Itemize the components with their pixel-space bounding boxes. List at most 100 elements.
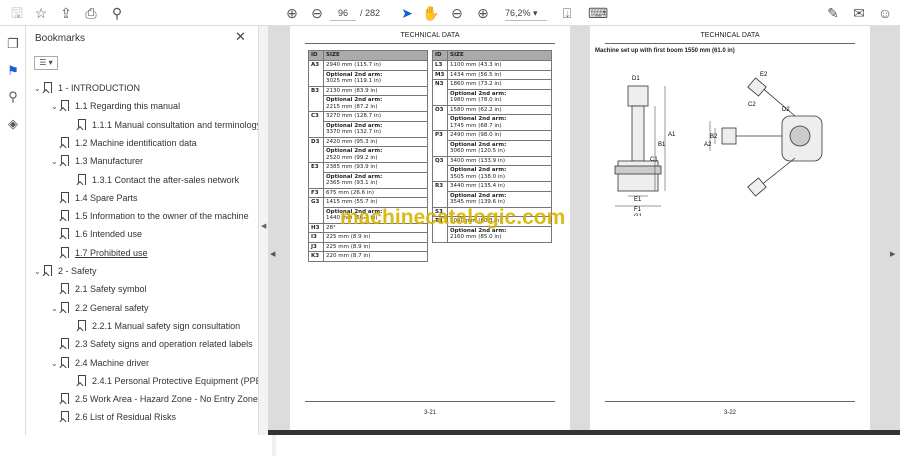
page-number: 3-21 [423,410,436,416]
bookmark-item[interactable]: 1.2 Machine identification data [51,134,197,152]
bookmark-item[interactable]: 2.5 Work Area - Hazard Zone - No Entry Z… [51,390,258,408]
close-icon[interactable]: ✕ [235,29,246,45]
bookmark-item[interactable]: ⌄ 2.4 Machine driver [51,354,149,372]
row-id: L3 [432,60,448,71]
bookmark-label: 1 - INTRODUCTION [58,83,140,93]
row-size: 2420 mm (95.3 in) [323,136,428,147]
bookmark-icon [61,136,69,148]
fit-page-icon[interactable]: ⍗ [558,4,576,22]
bookmark-item[interactable]: ⌄ 1.1 Regarding this manual [51,97,180,115]
bookmark-item[interactable]: 1.4 Spare Parts [51,189,138,207]
page-number-input[interactable]: 96 [330,5,356,21]
panel-splitter[interactable]: ◀ [258,26,268,435]
chevron-down-icon[interactable]: ⌄ [51,98,61,116]
sign-icon[interactable]: ✎ [824,4,842,22]
bookmark-item[interactable]: 2.1 Safety symbol [51,280,147,298]
star-icon[interactable]: ☆ [32,4,50,22]
mail-icon[interactable]: ✉ [850,4,868,22]
print-icon[interactable]: ⎙ [82,4,100,22]
chevron-down-icon[interactable]: ⌄ [51,300,61,318]
row-id: I3 [308,232,324,243]
search-icon[interactable]: ⚲ [108,4,126,22]
collapse-icon[interactable]: ◀ [261,222,266,230]
row-id: Q3 [432,155,448,182]
bookmark-item[interactable]: 1.3.1 Contact the after-sales network [68,171,239,189]
bookmark-item[interactable]: 2.2.1 Manual safety sign consultation [68,317,240,335]
table-row-optional: Optional 2nd arm: 3370 mm (132.7 in) [309,120,428,138]
bookmark-item[interactable]: 1.6 Intended use [51,225,142,243]
bookmark-icon [78,118,86,130]
optional-size: 2520 mm (99.2 in) [326,154,378,161]
table-row: O3 1580 mm (62.2 in) [432,104,552,131]
table-row: K3 220 mm (8.7 in) [308,251,428,262]
table-row: P3 2490 mm (98.0 in) [432,130,552,157]
zoom-out-icon[interactable]: ⊖ [448,4,466,22]
user-icon[interactable]: ☺ [876,4,894,22]
bookmark-icon[interactable]: ⚑ [5,63,21,79]
save-icon[interactable]: 🖫 [8,4,26,22]
bookmark-label: 2.3 Safety signs and operation related l… [75,339,253,350]
chevron-down-icon[interactable]: ⌄ [34,80,44,98]
bookmark-icon [44,265,52,276]
bookmark-label: 1.1.1 Manual consultation and terminolog… [92,119,262,130]
select-tool-icon[interactable]: ➤ [398,4,416,22]
attachment-icon[interactable]: ⚲ [5,89,21,105]
bookmark-label: 2.2.1 Manual safety sign consultation [92,320,241,331]
row-id: G3 [308,197,324,224]
bottom-bar [268,430,900,435]
chevron-down-icon[interactable]: ⌄ [51,355,61,373]
layers-icon[interactable]: ◈ [5,116,21,132]
bookmark-label: 2.1 Safety symbol [75,284,147,295]
table-row: N3 1860 mm (73.2 in) [432,79,552,106]
row-id: H3 [308,222,324,233]
table-row: I3 225 mm (8.9 in) [308,232,428,243]
bookmark-item[interactable]: 2.6 List of Residual Risks [51,408,176,426]
page-thumbnails-icon[interactable]: ❐ [5,36,21,52]
cloud-upload-icon[interactable]: ⇪ [57,4,75,22]
scroll-mode-icon[interactable]: ⌨ [588,4,608,22]
bookmark-options-button[interactable]: ☰ ▾ [34,56,58,70]
row-id: J3 [308,241,324,252]
bookmark-item[interactable]: ⌄ 2.2 General safety [51,299,149,317]
bookmark-label: 2 - Safety [58,266,97,276]
zoom-in-icon[interactable]: ⊕ [474,4,492,22]
toolbar: 🖫 ☆ ⇪ ⎙ ⚲ ⊕ ⊖ 96 / 282 ➤ ✋ ⊖ ⊕ 76,2% ▾ ⍗… [0,0,900,26]
row-size: 225 mm (8.9 in) [323,232,428,243]
hand-tool-icon[interactable]: ✋ [422,4,440,22]
optional-size: 3370 mm (132.7 in) [326,129,382,135]
bookmarks-title: Bookmarks [35,33,86,44]
zoom-select[interactable]: 76,2% ▾ [505,5,547,21]
col-id: ID [432,50,448,61]
col-size: SIZE [447,50,552,61]
bookmark-icon [61,411,69,423]
bookmark-item[interactable]: 1.7 Prohibited use [51,244,148,262]
row-id: R3 [432,181,448,208]
bookmark-item[interactable]: 2.3 Safety signs and operation related l… [51,335,253,353]
bookmark-label: 1.7 Prohibited use [75,247,148,258]
bookmark-item[interactable]: ⌄ 1 - INTRODUCTION [34,79,140,97]
bookmark-label: 1.3 Manufacturer [75,156,144,167]
bookmark-item[interactable]: 2.4.1 Personal Protective Equipment (PPE… [68,372,265,390]
table-row: E3 2385 mm (93.9 in) [308,162,428,189]
watermark: machinecatalogic.com [340,206,566,229]
chevron-down-icon[interactable]: ⌄ [51,153,61,171]
row-size: 1100 mm (43.3 in) [447,60,552,71]
bookmark-icon [61,191,69,203]
row-size: 1860 mm (73.2 in) [447,79,552,90]
chevron-down-icon[interactable]: ⌄ [34,263,44,281]
previous-page-icon[interactable]: ⊕ [283,4,301,22]
bookmark-item[interactable]: ⌄ 1.3 Manufacturer [51,152,143,170]
machine-diagram: D1 A1B1 C1 E1 F1G1 A2 B2 C2 D2 E2 [614,72,823,216]
bookmark-label: 1.2 Machine identification data [75,137,197,148]
bookmark-item[interactable]: 1.5 Information to the owner of the mach… [51,207,249,225]
bookmark-item[interactable]: 1.1.1 Manual consultation and terminolog… [68,116,261,134]
next-page-icon[interactable]: ⊖ [308,4,326,22]
bookmark-item[interactable]: ⌄ 2 - Safety [34,262,97,280]
bookmark-icon [61,283,69,295]
row-size: 3270 mm (128.7 in) [323,111,428,122]
table-row: R3 3440 mm (135.4 in) [432,181,552,208]
previous-page-arrow-icon[interactable]: ◀ [270,250,275,258]
next-page-arrow-icon[interactable]: ▶ [890,250,895,258]
page-total: / 282 [360,8,381,18]
row-size: 1580 mm (62.2 in) [447,104,552,115]
